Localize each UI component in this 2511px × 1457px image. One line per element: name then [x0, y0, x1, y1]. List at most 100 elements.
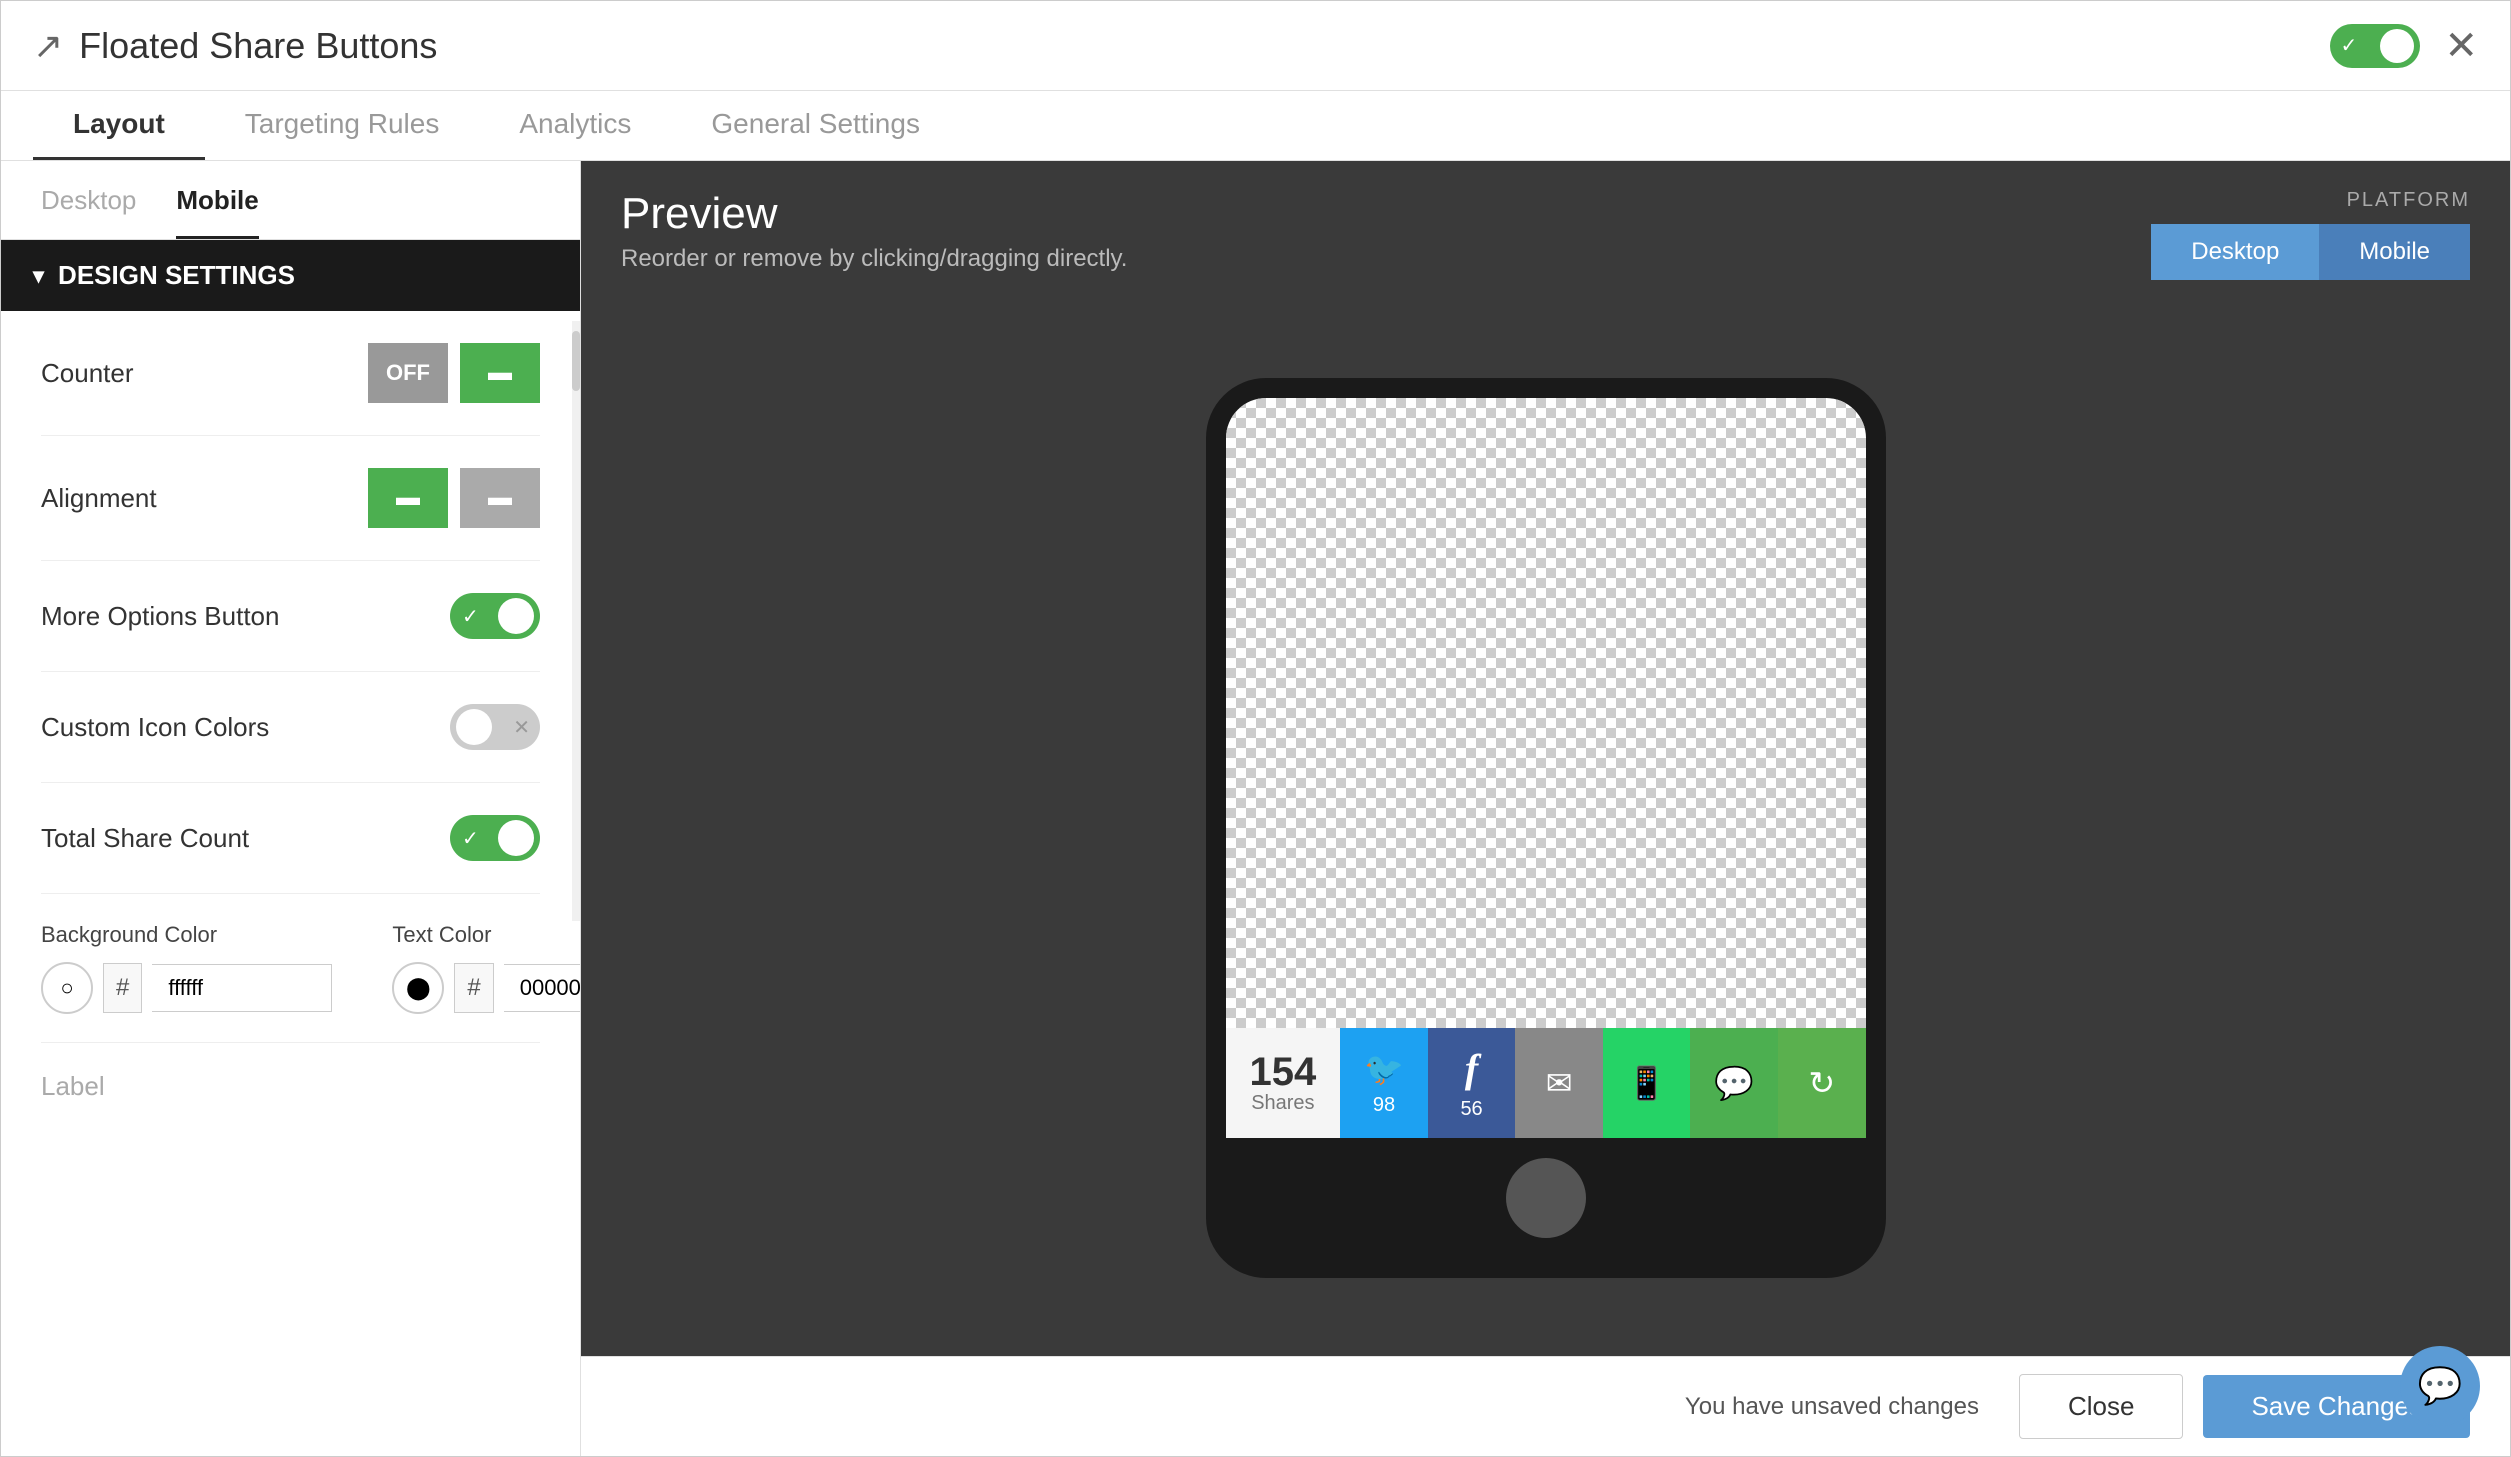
bg-color-swatch[interactable]: ○	[41, 962, 93, 1014]
sms-share-button[interactable]: 💬	[1690, 1028, 1778, 1138]
bg-color-input[interactable]	[152, 964, 332, 1012]
close-bottom-button[interactable]: Close	[2019, 1374, 2183, 1439]
more-options-row: More Options Button	[41, 561, 540, 672]
section-title: DESIGN SETTINGS	[58, 260, 295, 291]
align-left-button[interactable]	[368, 468, 448, 528]
total-share-count-row: Total Share Count	[41, 783, 540, 894]
preview-header: Preview Reorder or remove by clicking/dr…	[581, 161, 2510, 300]
platform-desktop-button[interactable]: Desktop	[2151, 224, 2319, 280]
counter-on-button[interactable]	[460, 343, 540, 403]
preview-title-area: Preview Reorder or remove by clicking/dr…	[621, 189, 1127, 273]
toggle-knob	[498, 598, 534, 634]
close-button[interactable]: ✕	[2444, 26, 2478, 66]
sub-tab-desktop[interactable]: Desktop	[41, 185, 136, 239]
share-number: 154	[1250, 1052, 1317, 1092]
home-button[interactable]	[1506, 1158, 1586, 1238]
custom-icon-colors-toggle[interactable]	[450, 704, 540, 750]
twitter-count: 98	[1373, 1094, 1395, 1117]
header-right: ✕	[2330, 24, 2478, 68]
chevron-down-icon: ▾	[33, 263, 44, 289]
phone-screen: 154 Shares 🐦 98 f 56	[1226, 398, 1866, 1138]
main-content: Desktop Mobile ▾ DESIGN SETTINGS Counter	[1, 161, 2510, 1456]
text-color-input[interactable]	[504, 964, 581, 1012]
export-icon: ↗	[33, 25, 63, 67]
total-share-controls	[450, 815, 540, 861]
header-left: ↗ Floated Share Buttons	[33, 25, 437, 67]
left-panel: Desktop Mobile ▾ DESIGN SETTINGS Counter	[1, 161, 581, 1456]
label-row: Label	[1, 1043, 580, 1130]
share-bar: 154 Shares 🐦 98 f 56	[1226, 1028, 1866, 1138]
platform-toggle: PLATFORM Desktop Mobile	[2151, 189, 2470, 280]
app-title: Floated Share Buttons	[79, 25, 437, 67]
top-tabs: Layout Targeting Rules Analytics General…	[1, 91, 2510, 161]
twitter-share-button[interactable]: 🐦 98	[1340, 1028, 1428, 1138]
custom-icon-controls	[450, 704, 540, 750]
platform-label: PLATFORM	[2347, 189, 2470, 212]
counter-controls: OFF	[368, 343, 540, 403]
scroll-thumb	[572, 331, 580, 391]
tab-layout[interactable]: Layout	[33, 91, 205, 160]
settings-content: Counter OFF Alignment	[1, 311, 580, 1043]
header: ↗ Floated Share Buttons ✕	[1, 1, 2510, 91]
bottom-bar: You have unsaved changes Close Save Chan…	[581, 1356, 2510, 1456]
whatsapp-icon: 📱	[1627, 1064, 1667, 1102]
email-icon: ✉	[1546, 1064, 1573, 1102]
preview-subtitle: Reorder or remove by clicking/dragging d…	[621, 245, 1127, 273]
total-share-count-label: Total Share Count	[41, 823, 249, 854]
counter-off-button[interactable]: OFF	[368, 343, 448, 403]
tab-general[interactable]: General Settings	[671, 91, 960, 160]
right-panel: Preview Reorder or remove by clicking/dr…	[581, 161, 2510, 1456]
text-hash: #	[454, 963, 493, 1013]
sub-tab-mobile[interactable]: Mobile	[176, 185, 258, 239]
align-right-button[interactable]	[460, 468, 540, 528]
tab-targeting[interactable]: Targeting Rules	[205, 91, 480, 160]
email-share-button[interactable]: ✉	[1515, 1028, 1603, 1138]
text-color-group: Text Color ⬤ #	[392, 922, 581, 1014]
more-share-button[interactable]: ↻	[1778, 1028, 1866, 1138]
platform-buttons: Desktop Mobile	[2151, 224, 2470, 280]
background-color-group: Background Color ○ #	[41, 922, 332, 1014]
bg-color-label: Background Color	[41, 922, 332, 948]
checkerboard-bg	[1226, 398, 1866, 1138]
share-text: Shares	[1251, 1092, 1314, 1115]
scrollbar[interactable]	[572, 321, 580, 921]
chat-bubble-button[interactable]: 💬	[2400, 1346, 2480, 1426]
custom-icon-colors-row: Custom Icon Colors	[41, 672, 540, 783]
chat-icon: 💬	[2418, 1365, 2463, 1407]
bg-color-input-row: ○ #	[41, 962, 332, 1014]
platform-mobile-button[interactable]: Mobile	[2319, 224, 2470, 280]
facebook-icon: f	[1465, 1045, 1478, 1092]
toggle-knob-share	[498, 820, 534, 856]
counter-label: Counter	[41, 358, 134, 389]
color-section: Background Color ○ # Text Color ⬤ #	[41, 894, 540, 1043]
facebook-share-button[interactable]: f 56	[1428, 1028, 1516, 1138]
text-color-input-row: ⬤ #	[392, 962, 581, 1014]
custom-icon-colors-label: Custom Icon Colors	[41, 712, 269, 743]
facebook-count: 56	[1460, 1098, 1482, 1121]
enabled-toggle[interactable]	[2330, 24, 2420, 68]
sub-tabs: Desktop Mobile	[1, 161, 580, 240]
counter-row: Counter OFF	[41, 311, 540, 436]
preview-area: 154 Shares 🐦 98 f 56	[581, 300, 2510, 1356]
alignment-controls	[368, 468, 540, 528]
share-count: 154 Shares	[1226, 1028, 1341, 1138]
phone-bottom	[1226, 1138, 1866, 1258]
unsaved-message: You have unsaved changes	[621, 1393, 1979, 1421]
more-options-label: More Options Button	[41, 601, 279, 632]
more-options-controls	[450, 593, 540, 639]
text-color-swatch[interactable]: ⬤	[392, 962, 444, 1014]
twitter-icon: 🐦	[1364, 1050, 1404, 1088]
tab-analytics[interactable]: Analytics	[479, 91, 671, 160]
more-options-toggle[interactable]	[450, 593, 540, 639]
preview-title: Preview	[621, 189, 1127, 239]
sms-icon: 💬	[1714, 1064, 1754, 1102]
whatsapp-share-button[interactable]: 📱	[1603, 1028, 1691, 1138]
label-text: Label	[41, 1071, 105, 1101]
bg-hash: #	[103, 963, 142, 1013]
design-settings-header[interactable]: ▾ DESIGN SETTINGS	[1, 240, 580, 311]
toggle-knob-off	[456, 709, 492, 745]
total-share-toggle[interactable]	[450, 815, 540, 861]
alignment-row: Alignment	[41, 436, 540, 561]
alignment-label: Alignment	[41, 483, 157, 514]
text-color-label: Text Color	[392, 922, 581, 948]
